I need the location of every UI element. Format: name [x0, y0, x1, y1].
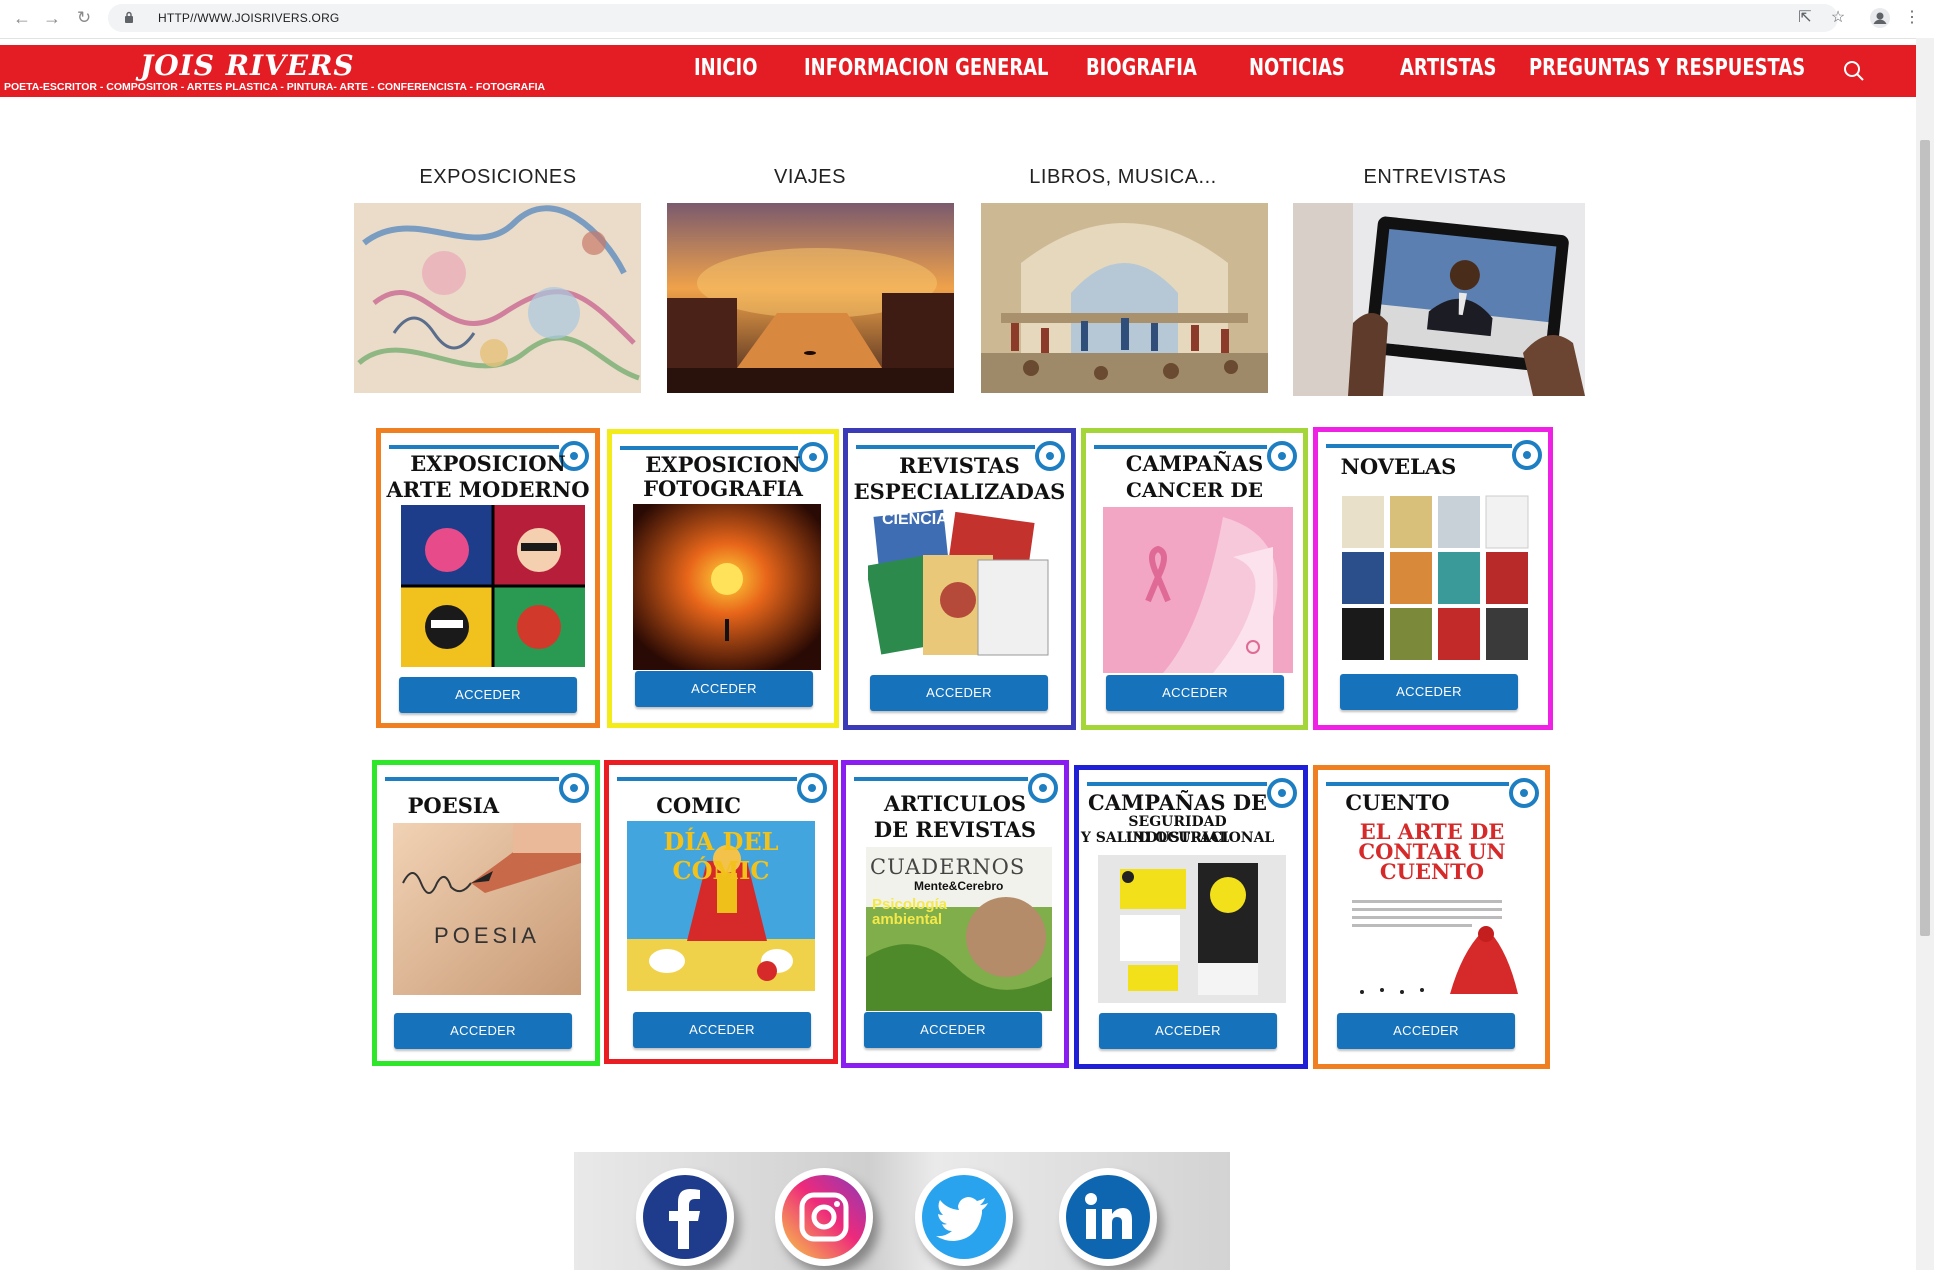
nav-biografia[interactable]: BIOGRAFIA	[1086, 55, 1197, 81]
nav-inicio[interactable]: INICIO	[694, 55, 757, 81]
entrevistas-image[interactable]	[1293, 203, 1585, 396]
card-cuento[interactable]: CUENTO EL ARTE DE CONTAR UN CUENTO ACCED…	[1313, 765, 1550, 1069]
card-title-line1: EXPOSICION	[645, 452, 801, 477]
acceder-button[interactable]: ACCEDER	[399, 677, 577, 713]
card-exposicion-arte-moderno[interactable]: EXPOSICION ARTE MODERNO ACCEDER	[376, 428, 600, 728]
acceder-button[interactable]: ACCEDER	[1106, 675, 1284, 711]
card-title-line3: Y SALUD OCUPACIONAL	[1080, 830, 1275, 846]
card-revistas-especializadas[interactable]: REVISTAS ESPECIALIZADAS CIENCIA ACCEDER	[843, 428, 1076, 730]
seguridad-image	[1098, 855, 1286, 1003]
acceder-button[interactable]: ACCEDER	[870, 675, 1048, 711]
share-icon[interactable]: ⇱	[1793, 6, 1817, 30]
card-title-line1: CUENTO	[1345, 790, 1450, 815]
nav-informacion-general[interactable]: INFORMACION GENERAL	[804, 55, 1048, 81]
card-title-line1: POESIA	[407, 793, 499, 818]
poesia-image-text: POESIA	[434, 923, 540, 948]
search-icon[interactable]	[1843, 60, 1865, 82]
target-icon	[797, 773, 827, 803]
card-comic[interactable]: COMIC DÍA DEL CÓMIC ACCEDER	[604, 760, 838, 1064]
site-header: JOIS RIVERS POETA-ESCRITOR - COMPOSITOR …	[0, 45, 1916, 97]
category-title-exposiciones[interactable]: EXPOSICIONES	[353, 166, 643, 189]
category-title-entrevistas[interactable]: ENTREVISTAS	[1290, 166, 1580, 189]
acceder-button[interactable]: ACCEDER	[633, 1012, 811, 1048]
acceder-button[interactable]: ACCEDER	[864, 1012, 1042, 1048]
site-tagline: POETA-ESCRITOR - COMPOSITOR - ARTES PLAS…	[4, 81, 546, 93]
social-links-bar	[574, 1152, 1230, 1270]
card-title-line2: FOTOGRAFIA	[643, 476, 803, 501]
card-title-line2: ARTE MODERNO	[386, 477, 590, 502]
url-text[interactable]: HTTP//WWW.JOISRIVERS.ORG	[158, 11, 339, 25]
card-novelas[interactable]: NOVELAS ACCEDER	[1313, 427, 1553, 730]
profile-icon[interactable]	[1868, 6, 1892, 30]
nav-artistas[interactable]: ARTISTAS	[1400, 55, 1496, 81]
card-campanas-cancer-de-mama[interactable]: CAMPAÑAS CANCER DE MAMA ACCEDER	[1081, 428, 1308, 730]
acceder-button[interactable]: ACCEDER	[635, 671, 813, 707]
card-title-line1: ARTICULOS	[883, 791, 1027, 816]
acceder-button[interactable]: ACCEDER	[394, 1013, 572, 1049]
comic-image-text: DÍA DEL CÓMIC	[663, 827, 779, 885]
viajes-image[interactable]	[667, 203, 954, 393]
cancer-de-mama-image	[1103, 507, 1293, 673]
articulos-cover-subtitle: Mente&Cerebro	[914, 879, 1004, 893]
poesia-image: POESIA	[393, 823, 581, 995]
browser-toolbar: ← → ↻ HTTP//WWW.JOISRIVERS.ORG ⇱ ☆ ⋮	[0, 0, 1934, 39]
target-icon	[1509, 778, 1539, 808]
card-title-line1: CAMPAÑAS	[1125, 451, 1264, 476]
revistas-image: CIENCIA	[868, 505, 1058, 665]
linkedin-icon[interactable]	[1059, 1168, 1157, 1266]
browser-menu-icon[interactable]: ⋮	[1900, 6, 1924, 30]
card-title-line2: DE REVISTAS	[873, 817, 1037, 842]
novelas-image	[1340, 494, 1534, 662]
bookmark-star-icon[interactable]: ☆	[1826, 6, 1850, 30]
category-title-viajes[interactable]: VIAJES	[665, 166, 955, 189]
nav-preguntas-y-respuestas[interactable]: PREGUNTAS Y RESPUESTAS	[1529, 55, 1805, 81]
target-icon	[1512, 440, 1542, 470]
articulos-cover-title: CUADERNOS	[870, 855, 1026, 879]
articulos-image: CUADERNOS Mente&Cerebro Psicología ambie…	[866, 847, 1052, 1011]
acceder-button[interactable]: ACCEDER	[1099, 1013, 1277, 1049]
facebook-icon[interactable]	[636, 1168, 734, 1266]
card-poesia[interactable]: POESIA POESIA ACCEDER	[372, 760, 600, 1066]
card-title-line1: CAMPAÑAS DE	[1088, 790, 1268, 815]
site-logo[interactable]: JOIS RIVERS	[140, 49, 355, 82]
acceder-button[interactable]: ACCEDER	[1340, 674, 1518, 710]
arte-moderno-image	[401, 505, 585, 667]
card-title-line1: COMIC	[656, 793, 741, 818]
exposiciones-image[interactable]	[354, 203, 641, 393]
acceder-button[interactable]: ACCEDER	[1337, 1013, 1515, 1049]
forward-icon[interactable]: →	[40, 6, 64, 30]
instagram-icon[interactable]	[775, 1168, 873, 1266]
twitter-icon[interactable]	[915, 1168, 1013, 1266]
nav-noticias[interactable]: NOTICIAS	[1249, 55, 1345, 81]
comic-image: DÍA DEL CÓMIC	[627, 821, 815, 991]
articulos-cover-headline: Psicología ambiental	[872, 896, 948, 928]
card-exposicion-fotografia[interactable]: EXPOSICION FOTOGRAFIA ACCEDER	[607, 429, 839, 728]
reload-icon[interactable]: ↻	[72, 6, 96, 30]
target-icon	[559, 773, 589, 803]
card-articulos-de-revistas[interactable]: ARTICULOS DE REVISTAS CUADERNOS Mente&Ce…	[841, 760, 1069, 1068]
scrollbar-thumb[interactable]	[1920, 140, 1930, 936]
card-campanas-seguridad-industrial[interactable]: CAMPAÑAS DE SEGURIDAD INDUSTRIAL Y SALUD…	[1074, 765, 1308, 1069]
card-title-line1: EXPOSICION	[410, 451, 566, 476]
lock-icon	[125, 11, 133, 23]
category-title-libros-musica[interactable]: LIBROS, MUSICA...	[978, 166, 1268, 189]
address-bar[interactable]: HTTP//WWW.JOISRIVERS.ORG	[108, 4, 1838, 32]
revista-cover-text: CIENCIA	[882, 511, 948, 528]
card-title-line2: ESPECIALIZADAS	[853, 479, 1066, 504]
back-icon[interactable]: ←	[10, 6, 34, 30]
card-title-line1: REVISTAS	[899, 453, 1020, 478]
card-title-line1: NOVELAS	[1340, 454, 1457, 479]
fotografia-image	[633, 504, 821, 670]
cuento-image: EL ARTE DE CONTAR UN CUENTO	[1332, 822, 1532, 1002]
libros-musica-image[interactable]	[981, 203, 1268, 393]
